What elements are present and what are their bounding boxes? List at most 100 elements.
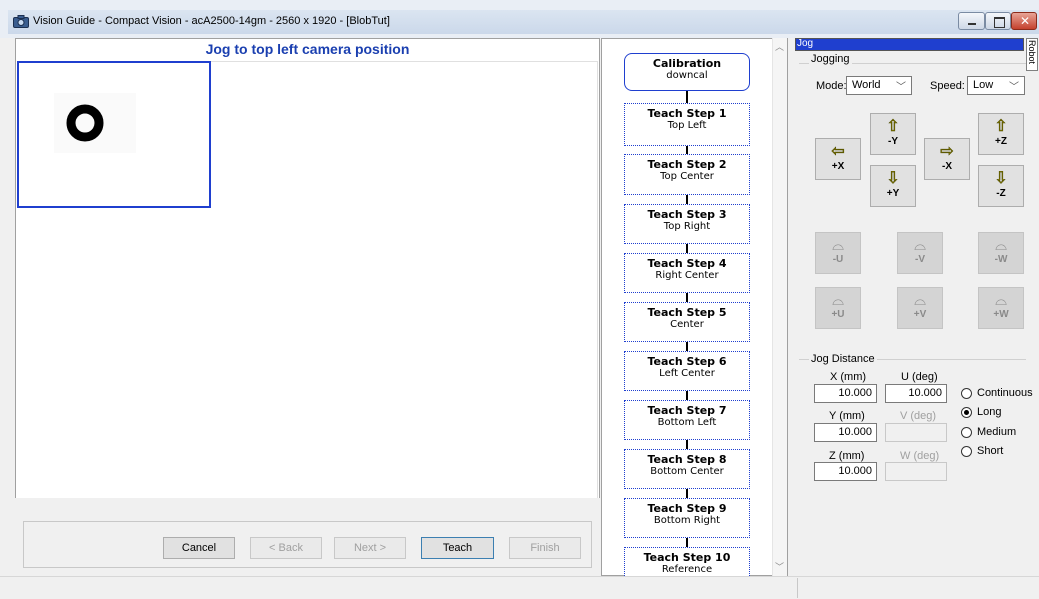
minimize-button[interactable] [958,12,985,30]
step-teach-10[interactable]: Teach Step 10 Reference [624,547,750,576]
step-teach-2[interactable]: Teach Step 2 Top Center [624,154,750,195]
step-subtitle: Bottom Right [653,515,721,526]
step-teach-3[interactable]: Teach Step 3 Top Right [624,204,750,244]
step-title: Teach Step 8 [647,453,727,466]
status-bar [0,576,1039,599]
step-teach-6[interactable]: Teach Step 6 Left Center [624,351,750,391]
speed-select-value: Low [973,79,994,91]
step-subtitle: Center [670,319,704,330]
jog-axis-label: +X [831,161,845,172]
rotate-icon: ⌓ [995,292,1007,309]
wizard-heading: Jog to top left camera position [205,41,410,57]
camera-image[interactable] [17,61,211,208]
rotate-icon: ⌓ [914,292,926,309]
step-teach-8[interactable]: Teach Step 8 Bottom Center [624,449,750,489]
jog-axis-label: -V [915,254,925,265]
back-button[interactable]: < Back [250,537,322,559]
step-calibration[interactable]: Calibration downcal [624,53,750,91]
close-icon: ✕ [1020,14,1031,28]
step-title: Teach Step 2 [647,158,727,171]
speed-select[interactable]: Low ﹀ [967,76,1025,95]
step-connector [686,538,688,547]
w-distance-input[interactable] [885,462,947,481]
arrow-up-icon: ⇧ [994,118,1008,136]
step-title: Teach Step 4 [647,257,727,270]
next-button[interactable]: Next > [334,537,406,559]
blob-target-image [54,93,136,153]
z-distance-input[interactable]: 10.000 [814,462,877,481]
jog-axis-label: -Z [996,188,1006,199]
arrow-up-icon: ⇧ [886,118,900,136]
mode-label: Mode: [816,80,847,92]
cancel-button[interactable]: Cancel [163,537,235,559]
steps-scrollbar[interactable]: ︿ ﹀ [772,38,787,576]
jog-minus-z-button[interactable]: ⇩ -Z [978,165,1024,207]
close-button[interactable]: ✕ [1011,12,1037,30]
jog-minus-u-button[interactable]: ⌓ -U [815,232,861,274]
step-title: Teach Step 5 [647,306,727,319]
maximize-button[interactable] [985,12,1011,30]
finish-button[interactable]: Finish [509,537,581,559]
u-distance-input[interactable]: 10.000 [885,384,947,403]
jog-plus-y-button[interactable]: ⇩ +Y [870,165,916,207]
step-title: Teach Step 3 [647,208,727,221]
jog-minus-w-button[interactable]: ⌓ -W [978,232,1024,274]
step-teach-5[interactable]: Teach Step 5 Center [624,302,750,342]
scroll-down-icon[interactable]: ﹀ [775,560,784,573]
step-connector [686,146,688,154]
scroll-up-icon[interactable]: ︿ [775,40,784,53]
step-title: Teach Step 7 [647,404,727,417]
jog-plus-x-button[interactable]: ⇦ +X [815,138,861,180]
step-title: Teach Step 9 [647,502,727,515]
jog-distance-group-label: Jog Distance [809,353,877,365]
rotate-icon: ⌓ [832,237,844,254]
step-connector [686,244,688,253]
continuous-radio[interactable] [961,388,972,399]
long-radio[interactable] [961,407,972,418]
step-teach-4[interactable]: Teach Step 4 Right Center [624,253,750,293]
chevron-down-icon: ﹀ [1009,82,1019,93]
v-distance-input[interactable] [885,423,947,442]
step-connector [686,195,688,204]
y-distance-input[interactable]: 10.000 [814,423,877,442]
medium-radio-label: Medium [977,426,1017,438]
continuous-radio-label: Continuous [977,387,1033,399]
step-title: Teach Step 1 [647,107,727,120]
step-subtitle: Top Left [667,120,707,131]
jog-axis-label: +V [913,309,927,320]
jog-plus-w-button[interactable]: ⌓ +W [978,287,1024,329]
speed-label: Speed: [930,80,965,92]
step-connector [686,489,688,498]
jog-minus-x-button[interactable]: ⇨ -X [924,138,970,180]
step-subtitle: downcal [666,70,708,81]
medium-radio[interactable] [961,427,972,438]
step-title: Calibration [652,57,722,70]
step-teach-9[interactable]: Teach Step 9 Bottom Right [624,498,750,538]
w-deg-label: W (deg) [900,450,940,462]
jog-axis-label: +U [831,309,845,320]
x-distance-input[interactable]: 10.000 [814,384,877,403]
step-teach-7[interactable]: Teach Step 7 Bottom Left [624,400,750,440]
jog-plus-v-button[interactable]: ⌓ +V [897,287,943,329]
arrow-right-icon: ⇨ [940,143,954,161]
short-radio[interactable] [961,446,972,457]
mode-select-value: World [852,79,881,91]
camera-icon [13,15,29,28]
jog-plus-z-button[interactable]: ⇧ +Z [978,113,1024,155]
step-subtitle: Top Center [660,171,714,182]
minimize-icon [968,23,976,25]
arrow-left-icon: ⇦ [831,143,845,161]
jog-minus-v-button[interactable]: ⌓ -V [897,232,943,274]
jog-axis-label: -Y [888,136,898,147]
jog-tab-label: Jog [797,38,814,49]
chevron-down-icon: ﹀ [896,82,906,93]
teach-button[interactable]: Teach [421,537,494,559]
step-title: Teach Step 6 [647,355,727,368]
jog-tab[interactable] [795,38,1024,51]
jog-plus-u-button[interactable]: ⌓ +U [815,287,861,329]
step-subtitle: Top Right [663,221,711,232]
jog-minus-y-button[interactable]: ⇧ -Y [870,113,916,155]
step-teach-1[interactable]: Teach Step 1 Top Left [624,103,750,146]
mode-select[interactable]: World ﹀ [846,76,912,95]
jog-axis-label: -W [994,254,1008,265]
